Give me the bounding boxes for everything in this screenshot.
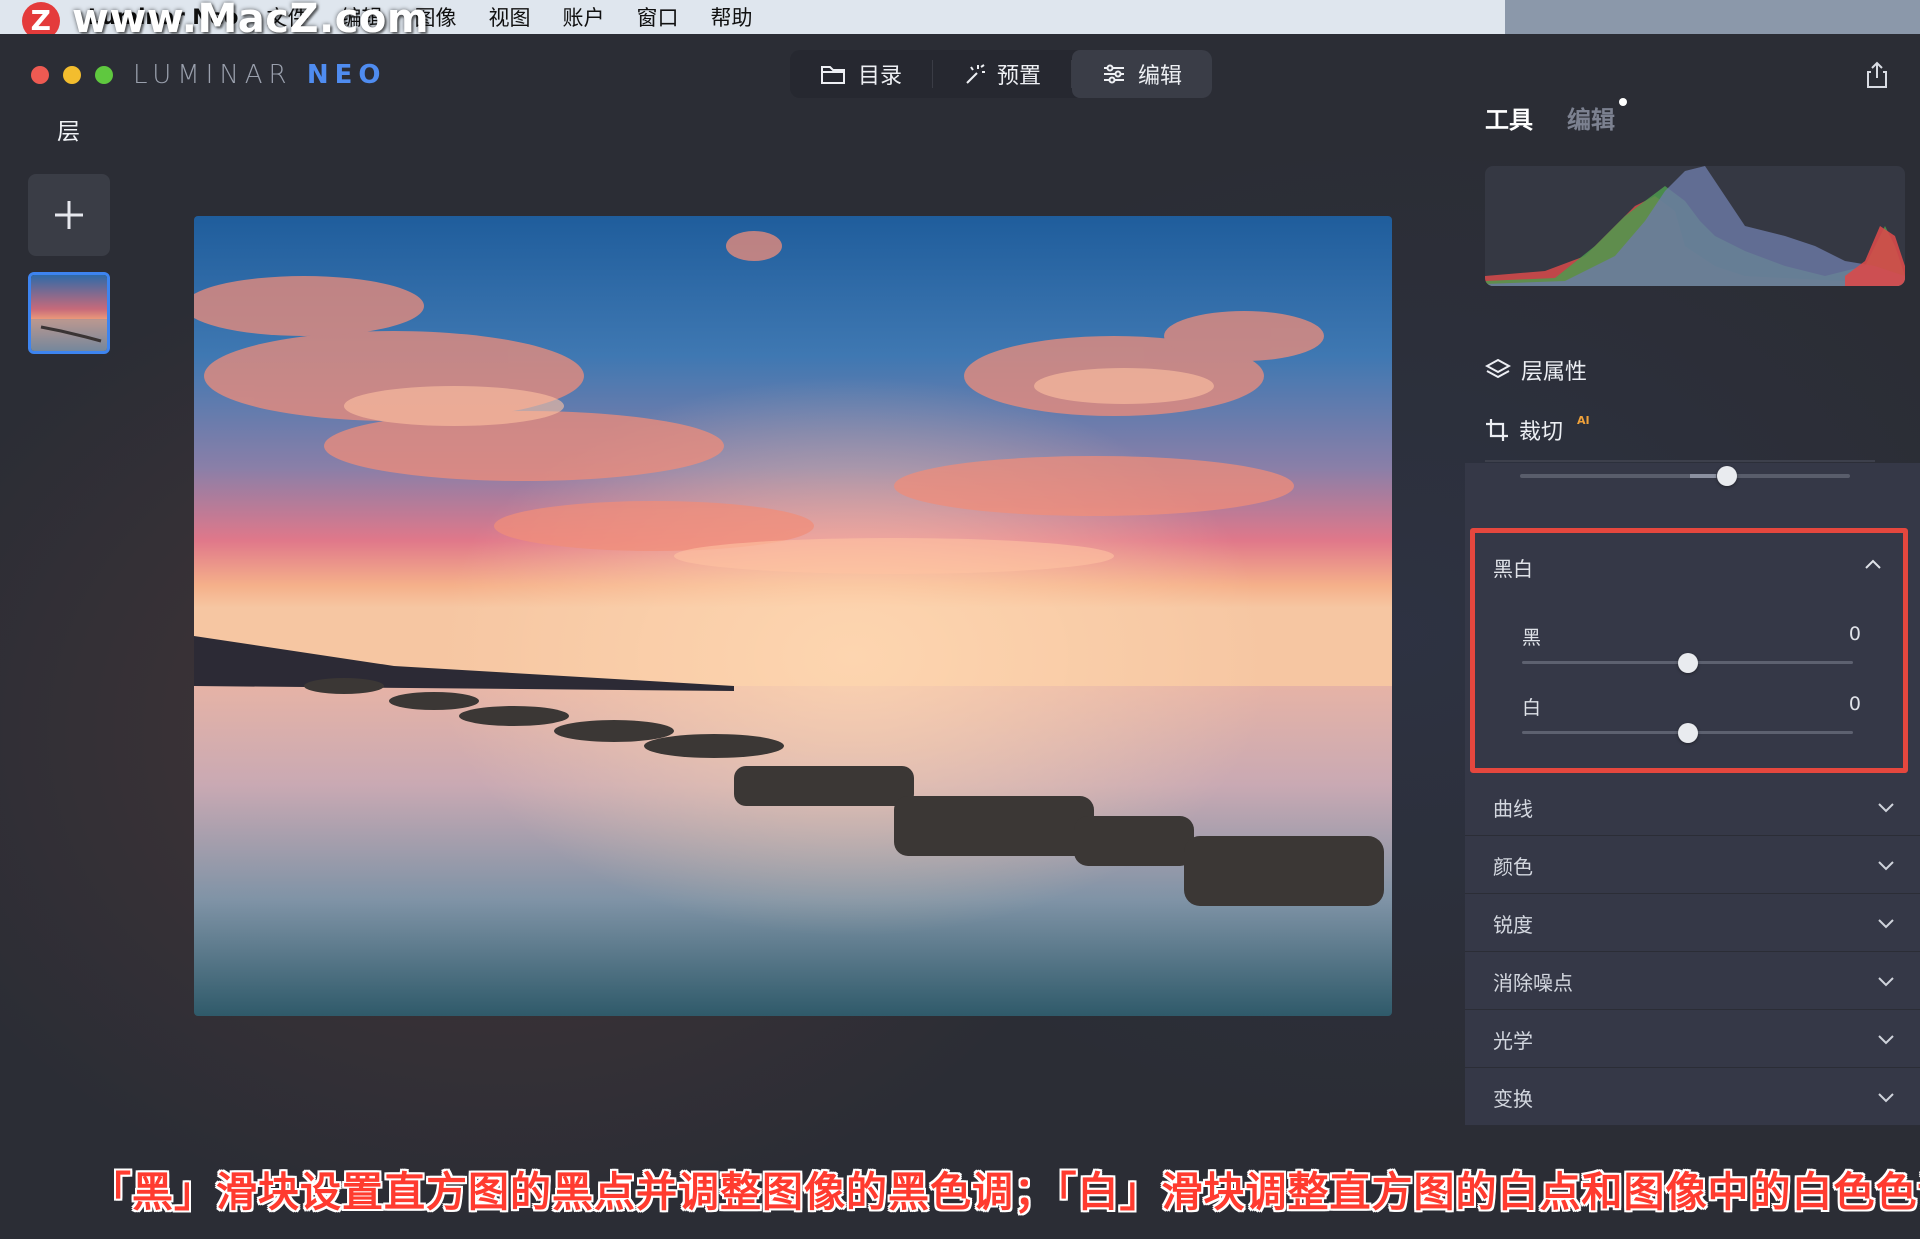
white-slider[interactable] (1522, 723, 1853, 743)
bw-section-title[interactable]: 黑白 (1493, 553, 1533, 582)
panel-divider (1485, 460, 1875, 462)
section-noise-reduction-label: 消除噪点 (1493, 970, 1573, 995)
black-slider[interactable] (1522, 653, 1853, 673)
crop-tool-row[interactable]: 裁切 AI (1485, 414, 1590, 446)
layer-properties-label: 层属性 (1521, 360, 1588, 385)
histogram-graph (1485, 166, 1905, 286)
menubar-status-area (1505, 0, 1920, 34)
crop-icon (1486, 419, 1508, 441)
minimize-window-button[interactable] (63, 66, 81, 84)
black-white-section: 黑白 黑 0 白 0 (1470, 528, 1908, 773)
tab-edit-label: 编辑 (1138, 64, 1183, 89)
white-slider-label: 白 (1522, 697, 1542, 719)
logo-prefix: LUMINAR (133, 60, 307, 90)
chevron-down-icon (1878, 919, 1894, 929)
section-optics-label: 光学 (1493, 1028, 1533, 1053)
add-layer-button[interactable] (28, 174, 110, 256)
zoom-window-button[interactable] (95, 66, 113, 84)
section-color-label: 颜色 (1493, 854, 1533, 879)
tab-catalog[interactable]: 目录 (790, 50, 932, 98)
layer-thumbnail[interactable] (28, 272, 110, 354)
folder-icon (821, 66, 845, 84)
magic-wand-icon (966, 64, 986, 84)
seascape-photo (194, 216, 1392, 1016)
tab-edit[interactable]: 编辑 (1072, 50, 1213, 98)
crop-angle-slider[interactable] (1520, 466, 1850, 486)
tab-edits-label: 编辑 (1567, 106, 1615, 134)
tutorial-caption: 「黑」滑块设置直方图的黑点并调整图像的黑色调；「白」滑块调整直方图的白点和图像中… (90, 1168, 1920, 1216)
menu-help[interactable]: 帮助 (710, 2, 752, 32)
section-optics[interactable]: 光学 (1465, 1011, 1920, 1068)
white-slider-knob[interactable] (1678, 723, 1698, 743)
close-window-button[interactable] (31, 66, 49, 84)
layers-icon (1485, 358, 1511, 379)
menu-window[interactable]: 窗口 (636, 2, 678, 32)
plus-icon (55, 201, 83, 229)
menu-view[interactable]: 视图 (488, 2, 530, 32)
section-color[interactable]: 颜色 (1465, 837, 1920, 894)
edits-indicator-dot (1619, 98, 1627, 106)
app-logo: LUMINAR NEO (133, 60, 387, 90)
section-transform[interactable]: 变换 (1465, 1069, 1920, 1126)
panel-tabs: 工具 编辑 (1485, 98, 1627, 135)
top-navigation: 目录 预置 编辑 (790, 50, 1213, 98)
crop-ai-badge: AI (1577, 413, 1590, 427)
window-controls (31, 66, 113, 84)
chevron-up-icon[interactable] (1863, 555, 1883, 575)
section-noise-reduction[interactable]: 消除噪点 (1465, 953, 1920, 1010)
section-sharpness[interactable]: 锐度 (1465, 895, 1920, 952)
tab-catalog-label: 目录 (858, 64, 903, 89)
chevron-down-icon (1878, 861, 1894, 871)
white-slider-value[interactable]: 0 (1849, 693, 1861, 715)
section-transform-label: 变换 (1493, 1086, 1533, 1111)
chevron-down-icon (1878, 977, 1894, 987)
tab-tools[interactable]: 工具 (1485, 100, 1533, 135)
menu-account[interactable]: 账户 (562, 2, 604, 32)
layer-thumbnail-image (31, 275, 107, 351)
section-curves-label: 曲线 (1493, 796, 1533, 821)
tab-presets-label: 预置 (997, 64, 1042, 89)
chevron-down-icon (1878, 803, 1894, 813)
crop-slider-knob[interactable] (1717, 466, 1737, 486)
tab-edits[interactable]: 编辑 (1567, 98, 1627, 135)
histogram (1485, 166, 1905, 286)
black-slider-value[interactable]: 0 (1849, 623, 1861, 645)
sliders-icon (1104, 64, 1125, 84)
share-icon[interactable] (1862, 60, 1892, 90)
layer-properties-row[interactable]: 层属性 (1485, 354, 1587, 386)
logo-neo: NEO (306, 60, 387, 90)
crop-slider-fill (1690, 474, 1716, 478)
chevron-down-icon (1878, 1093, 1894, 1103)
chevron-down-icon (1878, 1035, 1894, 1045)
main-photo-canvas[interactable] (194, 216, 1392, 1016)
black-slider-knob[interactable] (1678, 653, 1698, 673)
section-sharpness-label: 锐度 (1493, 912, 1533, 937)
crop-label: 裁切 (1519, 420, 1564, 445)
black-slider-label: 黑 (1522, 627, 1542, 649)
section-curves[interactable]: 曲线 (1465, 779, 1920, 836)
tab-presets[interactable]: 预置 (933, 50, 1071, 98)
layers-panel-title: 层 (57, 119, 80, 145)
